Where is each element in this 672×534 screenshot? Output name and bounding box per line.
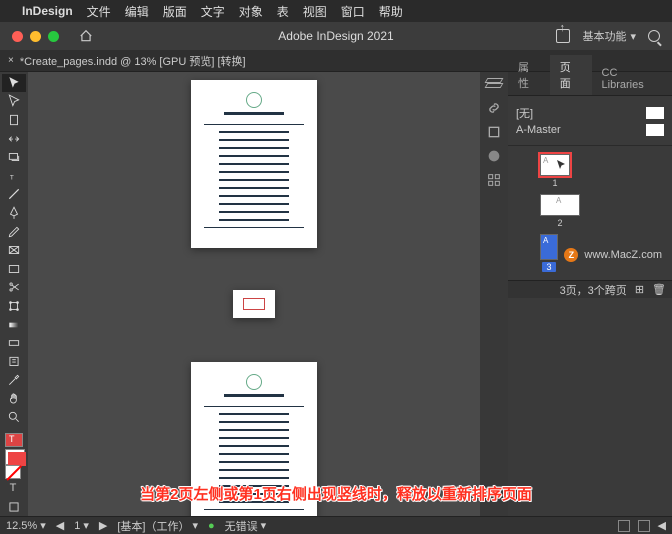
traffic-lights bbox=[12, 31, 59, 42]
tab-cc-libraries[interactable]: CC Libraries bbox=[592, 63, 672, 95]
page-1-preview bbox=[191, 80, 317, 248]
page-title-block bbox=[224, 112, 284, 115]
share-icon[interactable] bbox=[556, 29, 570, 43]
status-icon-2[interactable] bbox=[638, 520, 650, 532]
gap-tool[interactable] bbox=[2, 130, 26, 148]
view-mode-toggle[interactable] bbox=[2, 498, 26, 516]
pages-panel-status: 3页，3个跨页 ⊞ 🗑 bbox=[508, 280, 672, 298]
drag-cursor-icon bbox=[555, 159, 567, 171]
page-field[interactable]: 1▾ bbox=[74, 519, 89, 532]
panel-menu-icon[interactable]: ⊞ bbox=[635, 283, 644, 296]
page-thumb-1[interactable]: A 1 bbox=[540, 154, 570, 188]
links-panel-icon[interactable] bbox=[486, 100, 502, 114]
menu-edit[interactable]: 编辑 bbox=[125, 3, 149, 20]
maximize-window-button[interactable] bbox=[48, 31, 59, 42]
instruction-caption: 当第2页左侧或第1页右侧出现竖线时，释放以重新排序页面 bbox=[140, 483, 532, 504]
menu-app[interactable]: InDesign bbox=[22, 4, 73, 18]
menu-help[interactable]: 帮助 bbox=[379, 3, 403, 20]
tab-properties[interactable]: 属性 bbox=[508, 55, 550, 95]
menu-object[interactable]: 对象 bbox=[239, 3, 263, 20]
window-titlebar: Adobe InDesign 2021 基本功能▾ bbox=[0, 22, 672, 50]
tab-close-icon[interactable]: × bbox=[8, 55, 14, 66]
page-thumb-3[interactable]: A 3 bbox=[540, 234, 558, 272]
selection-tool[interactable] bbox=[2, 74, 26, 92]
system-menubar: InDesign 文件 编辑 版面 文字 对象 表 视图 窗口 帮助 bbox=[0, 0, 672, 22]
rectangle-frame-tool[interactable] bbox=[2, 241, 26, 259]
master-a[interactable]: A-Master bbox=[516, 124, 664, 136]
home-icon[interactable] bbox=[79, 29, 93, 43]
swatches-panel-icon[interactable] bbox=[486, 172, 502, 186]
close-window-button[interactable] bbox=[12, 31, 23, 42]
pen-tool[interactable] bbox=[2, 204, 26, 222]
panel-tabs: 属性 页面 CC Libraries bbox=[508, 72, 672, 96]
masters-section: [无] A-Master bbox=[508, 96, 672, 146]
preflight-dropdown[interactable]: 无错误▾ bbox=[225, 518, 267, 534]
eyedropper-tool[interactable] bbox=[2, 372, 26, 390]
note-tool[interactable] bbox=[2, 353, 26, 371]
scroll-left-icon[interactable]: ◀ bbox=[658, 519, 666, 532]
gradient-feather-tool[interactable] bbox=[2, 334, 26, 352]
hand-tool[interactable] bbox=[2, 390, 26, 408]
fill-text-swatch[interactable] bbox=[5, 433, 23, 447]
tab-pages[interactable]: 页面 bbox=[550, 55, 592, 95]
page-nav-prev-icon[interactable]: ◀ bbox=[56, 519, 64, 532]
menu-window[interactable]: 窗口 bbox=[341, 3, 365, 20]
minimize-window-button[interactable] bbox=[30, 31, 41, 42]
status-bar: 12.5%▾ ◀ 1▾ ▶ [基本]（工作）▾ ● 无错误▾ ◀ bbox=[0, 516, 672, 534]
page-logo-icon bbox=[246, 92, 262, 108]
stroke-panel-icon[interactable] bbox=[486, 124, 502, 138]
master-none[interactable]: [无] bbox=[516, 105, 664, 121]
line-tool[interactable] bbox=[2, 186, 26, 204]
content-collector-tool[interactable] bbox=[2, 148, 26, 166]
watermark-icon: Z bbox=[564, 248, 578, 262]
fill-stroke-swatch[interactable] bbox=[5, 449, 23, 463]
zoom-tool[interactable] bbox=[2, 409, 26, 427]
menu-table[interactable]: 表 bbox=[277, 3, 289, 20]
page-tool[interactable] bbox=[2, 111, 26, 129]
panel-dock bbox=[480, 72, 508, 516]
document-tab[interactable]: *Create_pages.indd @ 13% [GPU 预览] [转换] bbox=[20, 53, 246, 69]
watermark: Z www.MacZ.com bbox=[564, 248, 662, 262]
gradient-swatch-tool[interactable] bbox=[2, 316, 26, 334]
type-tool[interactable]: T bbox=[2, 167, 26, 185]
format-affects-text-icon[interactable]: T bbox=[5, 481, 21, 495]
scissors-tool[interactable] bbox=[2, 279, 26, 297]
search-icon[interactable] bbox=[648, 30, 660, 42]
menu-type[interactable]: 文字 bbox=[201, 3, 225, 20]
page-thumb-2[interactable]: A 2 bbox=[540, 194, 580, 228]
direct-selection-tool[interactable] bbox=[2, 93, 26, 111]
free-transform-tool[interactable] bbox=[2, 297, 26, 315]
color-swatch-area: T bbox=[3, 431, 25, 497]
right-panel-area: 属性 页面 CC Libraries [无] A-Master A 1 bbox=[480, 72, 672, 516]
pencil-tool[interactable] bbox=[2, 223, 26, 241]
workspace-dropdown[interactable]: 基本功能▾ bbox=[582, 28, 636, 44]
menu-file[interactable]: 文件 bbox=[87, 3, 111, 20]
menu-view[interactable]: 视图 bbox=[303, 3, 327, 20]
panel-stack: 属性 页面 CC Libraries [无] A-Master A 1 bbox=[508, 72, 672, 516]
svg-text:T: T bbox=[10, 174, 14, 181]
apply-none-swatch[interactable] bbox=[5, 465, 21, 479]
page-logo-icon bbox=[246, 374, 262, 390]
delete-page-icon[interactable]: 🗑 bbox=[652, 283, 666, 296]
document-canvas[interactable] bbox=[28, 72, 480, 516]
rectangle-tool[interactable] bbox=[2, 260, 26, 278]
color-panel-icon[interactable] bbox=[486, 148, 502, 162]
status-icon-1[interactable] bbox=[618, 520, 630, 532]
page-title-block bbox=[224, 394, 284, 397]
layer-dropdown[interactable]: [基本]（工作）▾ bbox=[117, 518, 198, 534]
page-2-preview bbox=[233, 290, 275, 318]
window-title: Adobe InDesign 2021 bbox=[278, 29, 393, 43]
layers-panel-icon[interactable] bbox=[486, 76, 502, 90]
menu-layout[interactable]: 版面 bbox=[163, 3, 187, 20]
zoom-dropdown[interactable]: 12.5%▾ bbox=[6, 519, 46, 532]
toolbox: T T bbox=[0, 72, 28, 516]
page-nav-next-icon[interactable]: ▶ bbox=[99, 519, 107, 532]
